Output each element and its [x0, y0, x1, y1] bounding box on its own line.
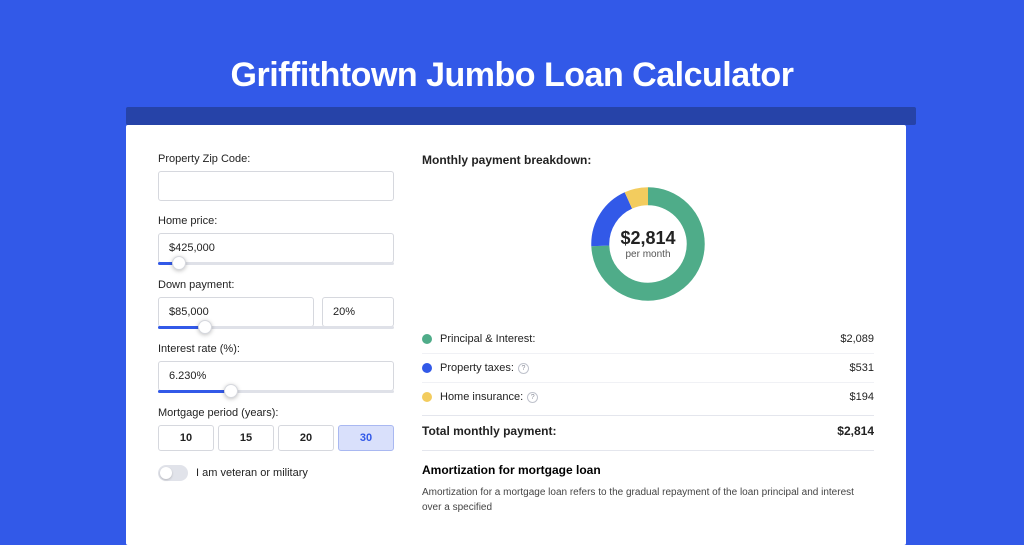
legend-dot-icon	[422, 392, 432, 402]
legend-dot-icon	[422, 334, 432, 344]
info-icon[interactable]: ?	[527, 392, 538, 403]
rate-field: Interest rate (%):	[158, 343, 394, 393]
amortization-section: Amortization for mortgage loan Amortizat…	[422, 450, 874, 515]
form-column: Property Zip Code: Home price: Down paym…	[158, 153, 394, 545]
legend-value: $194	[850, 391, 874, 403]
info-icon[interactable]: ?	[518, 363, 529, 374]
legend-value: $531	[850, 362, 874, 374]
amortization-title: Amortization for mortgage loan	[422, 463, 874, 477]
term-button-10[interactable]: 10	[158, 425, 214, 451]
zip-field: Property Zip Code:	[158, 153, 394, 201]
veteran-field: I am veteran or military	[158, 465, 394, 481]
rate-slider-thumb[interactable]	[224, 384, 238, 398]
term-button-15[interactable]: 15	[218, 425, 274, 451]
donut-value: $2,814	[620, 228, 675, 249]
price-slider-thumb[interactable]	[172, 256, 186, 270]
rate-label: Interest rate (%):	[158, 343, 394, 355]
rate-slider[interactable]	[158, 390, 394, 393]
card-shadow	[126, 107, 916, 125]
legend: Principal & Interest:$2,089Property taxe…	[422, 325, 874, 411]
price-input[interactable]	[158, 233, 394, 263]
page-title: Griffithtown Jumbo Loan Calculator	[0, 56, 1024, 95]
down-label: Down payment:	[158, 279, 394, 291]
donut-chart: $2,814 per month	[585, 181, 711, 307]
donut-chart-wrap: $2,814 per month	[422, 181, 874, 307]
down-amount-input[interactable]	[158, 297, 314, 327]
term-button-group: 10152030	[158, 425, 394, 451]
down-field: Down payment:	[158, 279, 394, 329]
legend-dot-icon	[422, 363, 432, 373]
legend-label: Property taxes:?	[440, 362, 850, 374]
price-label: Home price:	[158, 215, 394, 227]
total-value: $2,814	[837, 424, 874, 438]
amortization-body: Amortization for a mortgage loan refers …	[422, 485, 874, 515]
term-label: Mortgage period (years):	[158, 407, 394, 419]
veteran-label: I am veteran or military	[196, 467, 308, 479]
zip-input[interactable]	[158, 171, 394, 201]
legend-row-0: Principal & Interest:$2,089	[422, 325, 874, 354]
total-row: Total monthly payment: $2,814	[422, 415, 874, 450]
breakdown-title: Monthly payment breakdown:	[422, 153, 874, 167]
zip-label: Property Zip Code:	[158, 153, 394, 165]
legend-row-2: Home insurance:?$194	[422, 383, 874, 411]
breakdown-column: Monthly payment breakdown: $2,814 per mo…	[422, 153, 874, 545]
total-label: Total monthly payment:	[422, 424, 556, 438]
legend-label: Home insurance:?	[440, 391, 850, 403]
donut-sublabel: per month	[625, 249, 670, 260]
down-slider-thumb[interactable]	[198, 320, 212, 334]
term-button-20[interactable]: 20	[278, 425, 334, 451]
price-field: Home price:	[158, 215, 394, 265]
legend-value: $2,089	[840, 333, 874, 345]
legend-row-1: Property taxes:?$531	[422, 354, 874, 383]
rate-input[interactable]	[158, 361, 394, 391]
term-button-30[interactable]: 30	[338, 425, 394, 451]
price-slider[interactable]	[158, 262, 394, 265]
calculator-card: Property Zip Code: Home price: Down paym…	[126, 125, 906, 545]
legend-label: Principal & Interest:	[440, 333, 840, 345]
down-pct-input[interactable]	[322, 297, 394, 327]
term-field: Mortgage period (years): 10152030	[158, 407, 394, 451]
down-slider[interactable]	[158, 326, 394, 329]
veteran-toggle[interactable]	[158, 465, 188, 481]
